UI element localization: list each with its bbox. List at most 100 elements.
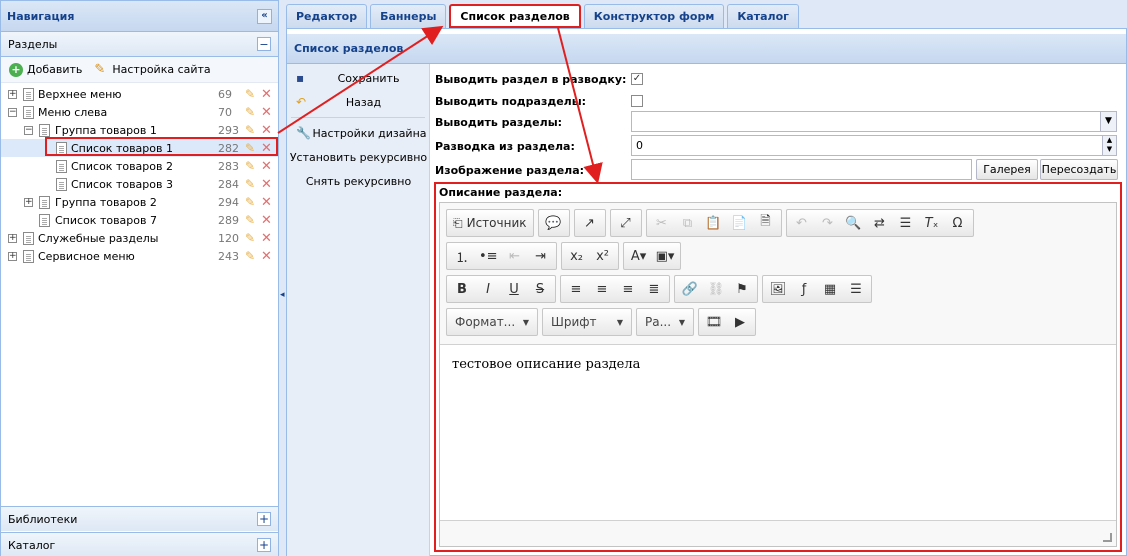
tree-node[interactable]: + Группа товаров 2 294 ✎ ✕ <box>1 193 278 211</box>
expand-panel-icon[interactable]: + <box>257 512 271 526</box>
text-color-icon[interactable]: A▾ <box>627 245 651 267</box>
tab-banners[interactable]: Баннеры <box>370 4 447 28</box>
tree-node[interactable]: Список товаров 2 283 ✎ ✕ <box>1 157 278 175</box>
expand-icon[interactable]: + <box>8 233 17 243</box>
delete-icon[interactable]: ✕ <box>261 195 272 210</box>
paste-icon[interactable]: 📋 <box>702 212 726 234</box>
libraries-panel-header[interactable]: Библиотеки + <box>1 506 278 531</box>
delete-icon[interactable]: ✕ <box>261 177 272 192</box>
italic-icon[interactable]: I <box>476 278 500 300</box>
delete-icon[interactable]: ✕ <box>261 105 272 120</box>
tab-catalog[interactable]: Каталог <box>727 4 799 28</box>
numbered-list-icon[interactable]: ⒈ <box>450 245 474 267</box>
recreate-button[interactable]: Пересоздать <box>1040 159 1118 180</box>
edit-icon[interactable]: ✎ <box>245 231 255 245</box>
align-left-icon[interactable]: ≡ <box>564 278 588 300</box>
sections-header[interactable]: Разделы − <box>1 32 278 57</box>
edit-icon[interactable]: ✎ <box>245 87 255 101</box>
collapse-node-icon[interactable]: − <box>8 107 17 117</box>
remove-recursive-button[interactable]: Снять рекурсивно <box>287 169 429 193</box>
size-combo[interactable]: Ра... ▼ <box>636 308 694 336</box>
underline-icon[interactable]: U <box>502 278 526 300</box>
chevron-down-icon[interactable]: ▼ <box>1100 112 1116 131</box>
expand-icon[interactable]: + <box>24 197 33 207</box>
edit-icon[interactable]: ✎ <box>245 177 255 191</box>
tab-section-list[interactable]: Список разделов <box>449 4 581 28</box>
expand-panel-icon[interactable]: + <box>257 538 271 552</box>
collapse-arrow-icon[interactable]: ◂ <box>280 290 285 300</box>
gallery-button[interactable]: Галерея <box>976 159 1038 180</box>
unlink-icon[interactable]: ⛓ <box>704 278 728 300</box>
preview-icon[interactable]: ↗ <box>578 212 602 234</box>
paste-word-icon[interactable]: 🗎 <box>754 212 778 234</box>
show-sections-select[interactable]: ▼ <box>631 111 1117 132</box>
resize-handle-icon[interactable] <box>1103 533 1112 542</box>
link-icon[interactable]: 🔗 <box>678 278 702 300</box>
show-in-list-checkbox[interactable]: ✓ <box>631 73 643 85</box>
source-button[interactable]: ⎗ Источник <box>450 212 530 234</box>
tree-node[interactable]: − Меню слева 70 ✎ ✕ <box>1 103 278 121</box>
edit-icon[interactable]: ✎ <box>245 123 255 137</box>
editor-content[interactable]: тестовое описание раздела <box>440 344 1116 521</box>
delete-icon[interactable]: ✕ <box>261 123 272 138</box>
collapse-node-icon[interactable]: − <box>24 125 33 135</box>
spinner-icon[interactable]: ▲ ▼ <box>1102 136 1116 155</box>
tree-node[interactable]: + Служебные разделы 120 ✎ ✕ <box>1 229 278 247</box>
horizontal-rule-icon[interactable]: ☰ <box>844 278 868 300</box>
delete-icon[interactable]: ✕ <box>261 87 272 102</box>
edit-icon[interactable]: ✎ <box>245 159 255 173</box>
tree-node[interactable]: Список товаров 7 289 ✎ ✕ <box>1 211 278 229</box>
font-combo[interactable]: Шрифт ▼ <box>542 308 632 336</box>
media-icon[interactable]: ▶ <box>728 311 752 333</box>
site-settings-button[interactable]: ✎ Настройка сайта <box>94 62 210 77</box>
tree-node[interactable]: Список товаров 3 284 ✎ ✕ <box>1 175 278 193</box>
strikethrough-icon[interactable]: S <box>528 278 552 300</box>
double-chevron-left-icon[interactable]: « <box>257 8 272 24</box>
add-button[interactable]: + Добавить <box>9 62 82 77</box>
undo-icon[interactable]: ↶ <box>790 212 814 234</box>
select-all-icon[interactable]: ☰ <box>894 212 918 234</box>
maximize-icon[interactable]: ⤢ <box>614 212 638 234</box>
show-subsections-checkbox[interactable] <box>631 95 643 107</box>
anchor-flag-icon[interactable]: ⚑ <box>730 278 754 300</box>
outdent-icon[interactable]: ⇤ <box>503 245 527 267</box>
find-icon[interactable]: 🔍 <box>842 212 866 234</box>
align-justify-icon[interactable]: ≣ <box>642 278 666 300</box>
edit-icon[interactable]: ✎ <box>245 249 255 263</box>
delete-icon[interactable]: ✕ <box>261 159 272 174</box>
delete-icon[interactable]: ✕ <box>261 249 272 264</box>
edit-icon[interactable]: ✎ <box>245 213 255 227</box>
delete-icon[interactable]: ✕ <box>261 213 272 228</box>
comment-icon[interactable]: 💬 <box>542 212 566 234</box>
bulleted-list-icon[interactable]: •≡ <box>476 245 501 267</box>
tree-node[interactable]: + Верхнее меню 69 ✎ ✕ <box>1 85 278 103</box>
catalog-panel-header[interactable]: Каталог + <box>1 532 278 556</box>
design-settings-button[interactable]: 🔧 Настройки дизайна <box>287 121 429 145</box>
remove-format-icon[interactable]: Tₓ <box>920 212 944 234</box>
edit-icon[interactable]: ✎ <box>245 105 255 119</box>
align-right-icon[interactable]: ≡ <box>616 278 640 300</box>
flash-icon[interactable]: ƒ <box>792 278 816 300</box>
list-from-input[interactable]: 0 ▲ ▼ <box>631 135 1117 156</box>
subscript-icon[interactable]: x₂ <box>565 245 589 267</box>
replace-icon[interactable]: ⇄ <box>868 212 892 234</box>
bold-icon[interactable]: B <box>450 278 474 300</box>
set-recursive-button[interactable]: Установить рекурсивно <box>287 145 429 169</box>
special-char-icon[interactable]: Ω <box>946 212 970 234</box>
back-button[interactable]: ↶ Назад <box>287 90 429 114</box>
table-icon[interactable]: ▦ <box>818 278 842 300</box>
background-color-icon[interactable]: ▣▾ <box>653 245 678 267</box>
paste-text-icon[interactable]: 📄 <box>728 212 752 234</box>
expand-icon[interactable]: + <box>8 251 17 261</box>
redo-icon[interactable]: ↷ <box>816 212 840 234</box>
tab-form-builder[interactable]: Конструктор форм <box>583 4 725 28</box>
edit-icon[interactable]: ✎ <box>245 195 255 209</box>
collapse-icon[interactable]: − <box>257 37 271 51</box>
image-input[interactable] <box>631 159 972 180</box>
video-icon[interactable]: 🎞 <box>702 311 726 333</box>
indent-icon[interactable]: ⇥ <box>529 245 553 267</box>
copy-icon[interactable]: ⧉ <box>676 212 700 234</box>
align-center-icon[interactable]: ≡ <box>590 278 614 300</box>
save-button[interactable]: ▪ Сохранить <box>287 66 429 90</box>
tree-node[interactable]: + Сервисное меню 243 ✎ ✕ <box>1 247 278 265</box>
